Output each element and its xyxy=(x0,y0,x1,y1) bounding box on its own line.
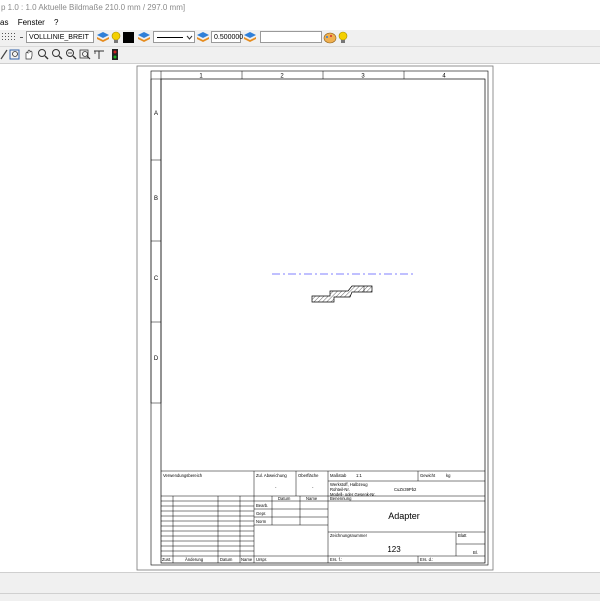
label-ers-d: Ers. d.: xyxy=(420,557,433,562)
label-gewicht: Gewicht xyxy=(420,473,436,478)
drawing-number: 123 xyxy=(387,545,401,554)
row-label-b: B xyxy=(154,196,158,202)
measure-icon[interactable] xyxy=(93,48,105,61)
label-name: Name xyxy=(306,496,318,501)
label-aenderung: Änderung xyxy=(185,557,204,562)
color-swatch-black[interactable] xyxy=(123,32,134,43)
label-zeichnungsnummer: Zeichnungsnummer xyxy=(330,533,368,538)
solid-line-preview xyxy=(157,37,183,38)
chevron-down-icon xyxy=(186,35,193,40)
window-title-bar: p 1.0 : 1.0 Aktuelle Bildmaße 210.0 mm /… xyxy=(0,0,600,15)
zoom-in-icon[interactable] xyxy=(37,48,49,61)
zoom-previous-icon[interactable] xyxy=(79,48,91,61)
layer-stack-icon-2[interactable] xyxy=(137,31,151,44)
label-name-2: Name xyxy=(241,557,253,562)
part-name: Adapter xyxy=(388,511,420,521)
label-norm: Norm xyxy=(256,519,267,524)
label-zul-abweichung: Zul. Abweichung xyxy=(256,473,287,478)
zoom-all-icon[interactable] xyxy=(65,48,77,61)
row-label-a: A xyxy=(154,111,158,117)
status-bar xyxy=(0,572,600,601)
view-toolbar xyxy=(0,47,600,64)
label-benennung: Benennung xyxy=(330,496,352,501)
label-datum: Datum xyxy=(278,496,291,501)
line-width-field[interactable]: 0.500000 xyxy=(211,31,243,43)
layer-stack-icon[interactable] xyxy=(96,31,110,44)
label-zust: Zust. xyxy=(162,557,171,562)
dotted-pattern-icon[interactable] xyxy=(0,31,24,44)
zoom-window-icon[interactable] xyxy=(9,48,21,61)
row-label-d: D xyxy=(154,356,159,362)
label-gepr: Gepr. xyxy=(256,511,266,516)
zoom-out-icon[interactable] xyxy=(51,48,63,61)
label-bl: Bl. xyxy=(473,550,478,555)
label-massstab: Maßstab xyxy=(330,473,347,478)
palette-icon[interactable] xyxy=(323,31,337,44)
value-rohteil: CuZn39Pb2 xyxy=(394,487,417,492)
drawing-sheet-svg: 1 2 3 4 A B C D Verwendungsbereich Zul. … xyxy=(136,65,494,571)
row-label-c: C xyxy=(154,276,159,282)
line-type-select[interactable] xyxy=(153,31,195,43)
label-oberflaeche: Oberfläche xyxy=(298,473,319,478)
value-gewicht: kg xyxy=(446,473,451,478)
menu-item-fenster[interactable]: Fenster xyxy=(18,15,45,30)
paper-sheet xyxy=(136,65,494,571)
menu-bar: as Fenster ? xyxy=(0,15,600,30)
menu-item-help[interactable]: ? xyxy=(54,15,58,30)
label-blatt: Blatt xyxy=(458,533,467,538)
properties-toolbar: VOLLLINIE_BREIT 0.500000 xyxy=(0,30,600,47)
layer-stack-icon-4[interactable] xyxy=(243,31,257,44)
value-massstab: 1:1 xyxy=(356,473,362,478)
label-bearb: Bearb. xyxy=(256,503,268,508)
label-datum-2: Datum xyxy=(220,557,233,562)
text-field-empty[interactable] xyxy=(260,31,322,43)
line-style-field[interactable]: VOLLLINIE_BREIT xyxy=(26,31,94,43)
label-ers-f: Ers. f.: xyxy=(330,557,342,562)
window-title: p 1.0 : 1.0 Aktuelle Bildmaße 210.0 mm /… xyxy=(1,3,186,12)
label-urspr: Urspr. xyxy=(256,557,267,562)
lightbulb-icon[interactable] xyxy=(110,31,122,44)
hand-pan-icon[interactable] xyxy=(23,48,35,61)
menu-item-extras[interactable]: as xyxy=(0,15,8,30)
traffic-light-icon[interactable] xyxy=(111,48,119,61)
status-divider xyxy=(0,593,600,594)
pen-icon[interactable] xyxy=(0,48,8,61)
label-verwendungsbereich: Verwendungsbereich xyxy=(163,473,203,478)
lightbulb-icon-2[interactable] xyxy=(337,31,349,44)
drawing-canvas[interactable]: 1 2 3 4 A B C D Verwendungsbereich Zul. … xyxy=(0,64,600,572)
layer-stack-icon-3[interactable] xyxy=(196,31,210,44)
